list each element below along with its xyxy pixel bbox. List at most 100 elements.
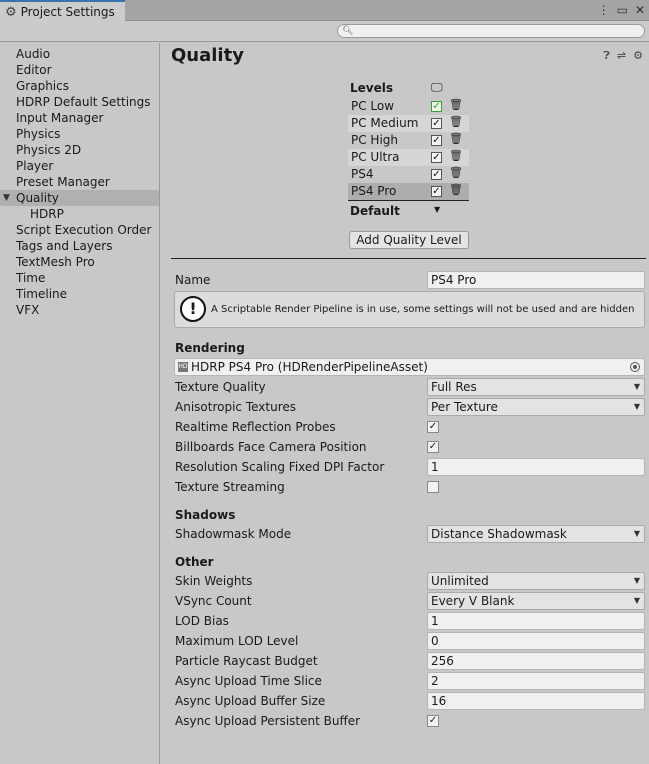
- name-label: Name: [175, 273, 211, 287]
- texture-quality-dropdown[interactable]: Full Res ▼: [427, 378, 645, 396]
- sidebar-item-timeline[interactable]: Timeline: [0, 286, 159, 302]
- sidebar-item-player[interactable]: Player: [0, 158, 159, 174]
- page-title: Quality: [171, 45, 244, 66]
- billboards-label: Billboards Face Camera Position: [175, 440, 367, 454]
- level-row-pc-ultra[interactable]: PC Ultra ✓ 🗑︎: [348, 149, 469, 166]
- window-controls: ⋮ ▭ ✕: [598, 2, 645, 18]
- async-upload-persistent-buffer-checkbox[interactable]: ✓: [427, 715, 439, 727]
- async-upload-time-slice-field[interactable]: 2: [427, 672, 645, 690]
- chevron-down-icon: ▼: [633, 402, 640, 411]
- vsync-count-dropdown[interactable]: Every V Blank ▼: [427, 592, 645, 610]
- sidebar-item-physics-2d[interactable]: Physics 2D: [0, 142, 159, 158]
- texture-quality-label: Texture Quality: [175, 380, 266, 394]
- particle-raycast-budget-field[interactable]: 256: [427, 652, 645, 670]
- sidebar-item-physics[interactable]: Physics: [0, 126, 159, 142]
- async-upload-persistent-buffer-label: Async Upload Persistent Buffer: [175, 714, 361, 728]
- sidebar-item-audio[interactable]: Audio: [0, 46, 159, 62]
- level-row-ps4[interactable]: PS4 ✓ 🗑︎: [348, 166, 469, 183]
- sidebar-item-editor[interactable]: Editor: [0, 62, 159, 78]
- search-icon: 🔍︎: [342, 26, 354, 36]
- async-upload-buffer-size-field[interactable]: 16: [427, 692, 645, 710]
- level-checkbox[interactable]: ✓: [431, 101, 442, 112]
- settings-gear-icon[interactable]: ⚙: [633, 49, 643, 63]
- level-row-pc-high[interactable]: PC High ✓ 🗑︎: [348, 132, 469, 149]
- presets-icon[interactable]: ⇌: [617, 49, 626, 63]
- chevron-down-icon: ▼: [633, 529, 640, 538]
- tab-project-settings[interactable]: ⚙ Project Settings: [0, 0, 125, 22]
- resolution-scaling-field[interactable]: 1: [427, 458, 645, 476]
- lod-bias-field[interactable]: 1: [427, 612, 645, 630]
- section-divider: [171, 258, 646, 259]
- level-checkbox[interactable]: ✓: [431, 169, 442, 180]
- anisotropic-textures-dropdown[interactable]: Per Texture ▼: [427, 398, 645, 416]
- sidebar-item-graphics[interactable]: Graphics: [0, 78, 159, 94]
- skin-weights-dropdown[interactable]: Unlimited ▼: [427, 572, 645, 590]
- sidebar-item-script-execution-order[interactable]: Script Execution Order: [0, 222, 159, 238]
- realtime-reflection-probes-checkbox[interactable]: ✓: [427, 421, 439, 433]
- sidebar-item-hdrp-default-settings[interactable]: HDRP Default Settings: [0, 94, 159, 110]
- chevron-down-icon[interactable]: ▼: [434, 205, 440, 214]
- trash-icon[interactable]: 🗑︎: [449, 149, 463, 163]
- title-bar: ⚙ Project Settings ⋮ ▭ ✕: [0, 0, 649, 22]
- chevron-down-icon: ▼: [633, 596, 640, 605]
- sidebar-item-time[interactable]: Time: [0, 270, 159, 286]
- chevron-down-icon: ▼: [633, 382, 640, 391]
- max-lod-level-field[interactable]: 0: [427, 632, 645, 650]
- rendering-section-title: Rendering: [175, 341, 245, 355]
- add-quality-level-button[interactable]: Add Quality Level: [349, 231, 469, 249]
- monitor-icon: 🖵︎: [431, 80, 443, 94]
- sidebar-item-tags-and-layers[interactable]: Tags and Layers: [0, 238, 159, 254]
- realtime-reflection-probes-label: Realtime Reflection Probes: [175, 420, 336, 434]
- maximize-icon[interactable]: ▭: [617, 2, 628, 18]
- texture-streaming-checkbox[interactable]: [427, 481, 439, 493]
- max-lod-level-label: Maximum LOD Level: [175, 634, 299, 648]
- levels-title: Levels: [350, 81, 394, 95]
- shadowmask-mode-label: Shadowmask Mode: [175, 527, 292, 541]
- level-row-ps4-pro[interactable]: PS4 Pro ✓ 🗑︎: [348, 183, 469, 200]
- help-icon[interactable]: ❓︎: [603, 49, 610, 63]
- anisotropic-textures-label: Anisotropic Textures: [175, 400, 297, 414]
- sidebar-item-vfx[interactable]: VFX: [0, 302, 159, 318]
- chevron-down-icon: ▼: [633, 576, 640, 585]
- level-checkbox[interactable]: ✓: [431, 152, 442, 163]
- level-checkbox[interactable]: ✓: [431, 118, 442, 129]
- shadows-section-title: Shadows: [175, 508, 236, 522]
- level-checkbox[interactable]: ✓: [431, 186, 442, 197]
- other-section-title: Other: [175, 555, 214, 569]
- sidebar-item-quality[interactable]: ▼ Quality: [0, 190, 159, 206]
- close-icon[interactable]: ✕: [635, 2, 645, 18]
- asset-icon: HD: [178, 362, 188, 372]
- sidebar-item-textmesh-pro[interactable]: TextMesh Pro: [0, 254, 159, 270]
- trash-icon[interactable]: 🗑︎: [449, 183, 463, 197]
- search-input[interactable]: 🔍︎: [337, 24, 645, 38]
- particle-raycast-budget-label: Particle Raycast Budget: [175, 654, 318, 668]
- trash-icon[interactable]: 🗑︎: [449, 132, 463, 146]
- header-icons: ❓︎ ⇌ ⚙: [603, 49, 643, 63]
- sidebar-item-input-manager[interactable]: Input Manager: [0, 110, 159, 126]
- skin-weights-label: Skin Weights: [175, 574, 253, 588]
- help-box: ! A Scriptable Render Pipeline is in use…: [174, 291, 645, 328]
- level-row-pc-medium[interactable]: PC Medium ✓ 🗑︎: [348, 115, 469, 132]
- shadowmask-mode-dropdown[interactable]: Distance Shadowmask ▼: [427, 525, 645, 543]
- level-row-pc-low[interactable]: PC Low ✓ 🗑︎: [348, 98, 469, 115]
- sidebar-item-preset-manager[interactable]: Preset Manager: [0, 174, 159, 190]
- billboards-checkbox[interactable]: ✓: [427, 441, 439, 453]
- kebab-menu-icon[interactable]: ⋮: [598, 2, 610, 18]
- warning-icon: !: [180, 296, 206, 322]
- name-field[interactable]: PS4 Pro: [427, 271, 645, 289]
- trash-icon[interactable]: 🗑︎: [449, 115, 463, 129]
- pipeline-asset-field[interactable]: HD HDRP PS4 Pro (HDRenderPipelineAsset): [174, 358, 645, 376]
- levels-divider: [348, 200, 469, 201]
- level-checkbox[interactable]: ✓: [431, 135, 442, 146]
- expand-triangle-icon[interactable]: ▼: [3, 190, 10, 206]
- gear-icon: ⚙: [5, 4, 17, 20]
- trash-icon[interactable]: 🗑︎: [449, 166, 463, 180]
- trash-icon[interactable]: 🗑︎: [449, 98, 463, 112]
- default-label: Default: [350, 204, 400, 218]
- resolution-scaling-label: Resolution Scaling Fixed DPI Factor: [175, 460, 385, 474]
- toolbar: 🔍︎: [0, 21, 649, 42]
- sidebar-item-hdrp[interactable]: HDRP: [0, 206, 159, 222]
- object-picker-icon[interactable]: [630, 362, 640, 372]
- vsync-count-label: VSync Count: [175, 594, 252, 608]
- help-message: A Scriptable Render Pipeline is in use, …: [211, 304, 635, 315]
